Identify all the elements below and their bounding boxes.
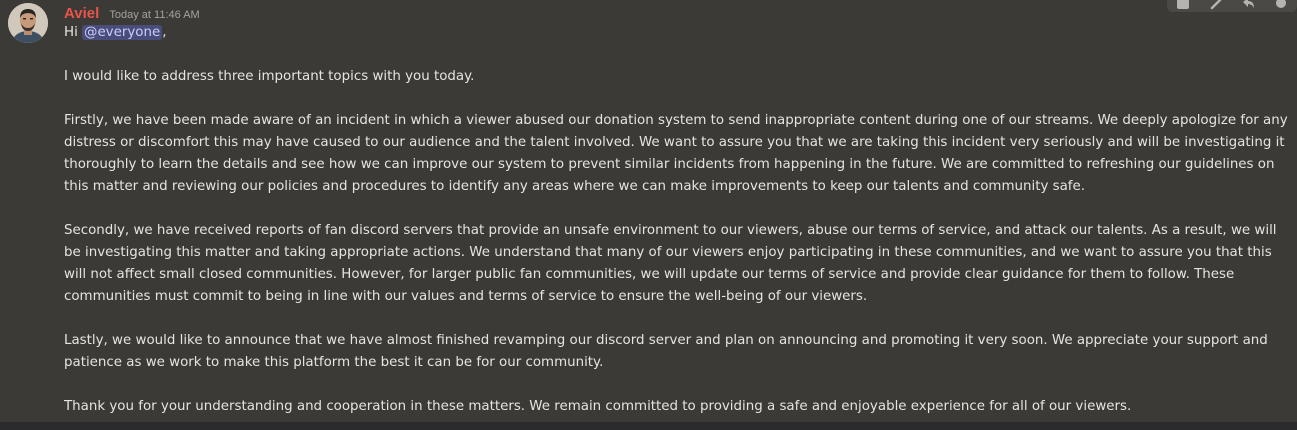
paragraph-firstly: Firstly, we have been made aware of an i…: [64, 113, 1288, 194]
username[interactable]: Aviel: [64, 5, 99, 22]
paragraph-lastly: Lastly, we would like to announce that w…: [64, 333, 1268, 370]
add-reaction-icon[interactable]: [1175, 0, 1191, 10]
greeting-prefix: Hi: [64, 25, 83, 40]
more-icon[interactable]: [1273, 0, 1289, 10]
everyone-mention[interactable]: @everyone: [82, 25, 163, 40]
paragraph-intro: I would like to address three important …: [64, 69, 475, 84]
avatar[interactable]: [8, 3, 48, 43]
message-header: Aviel Today at 11:46 AM: [64, 3, 200, 22]
reply-icon[interactable]: [1240, 0, 1256, 10]
greeting-line: Hi @everyone,: [64, 22, 1297, 44]
message-toolbar: [1167, 0, 1297, 12]
bottom-divider: [0, 422, 1297, 430]
paragraph-closing: Thank you for your understanding and coo…: [64, 399, 1132, 414]
paragraph-secondly: Secondly, we have received reports of fa…: [64, 223, 1277, 304]
user-avatar-icon: [8, 3, 48, 43]
timestamp[interactable]: Today at 11:46 AM: [109, 9, 199, 21]
chat-message: Aviel Today at 11:46 AM Hi @everyone, I …: [0, 0, 1297, 422]
link-icon[interactable]: [1208, 0, 1224, 10]
message-body: Hi @everyone, I would like to address th…: [64, 22, 1297, 418]
greeting-suffix: ,: [162, 25, 167, 40]
